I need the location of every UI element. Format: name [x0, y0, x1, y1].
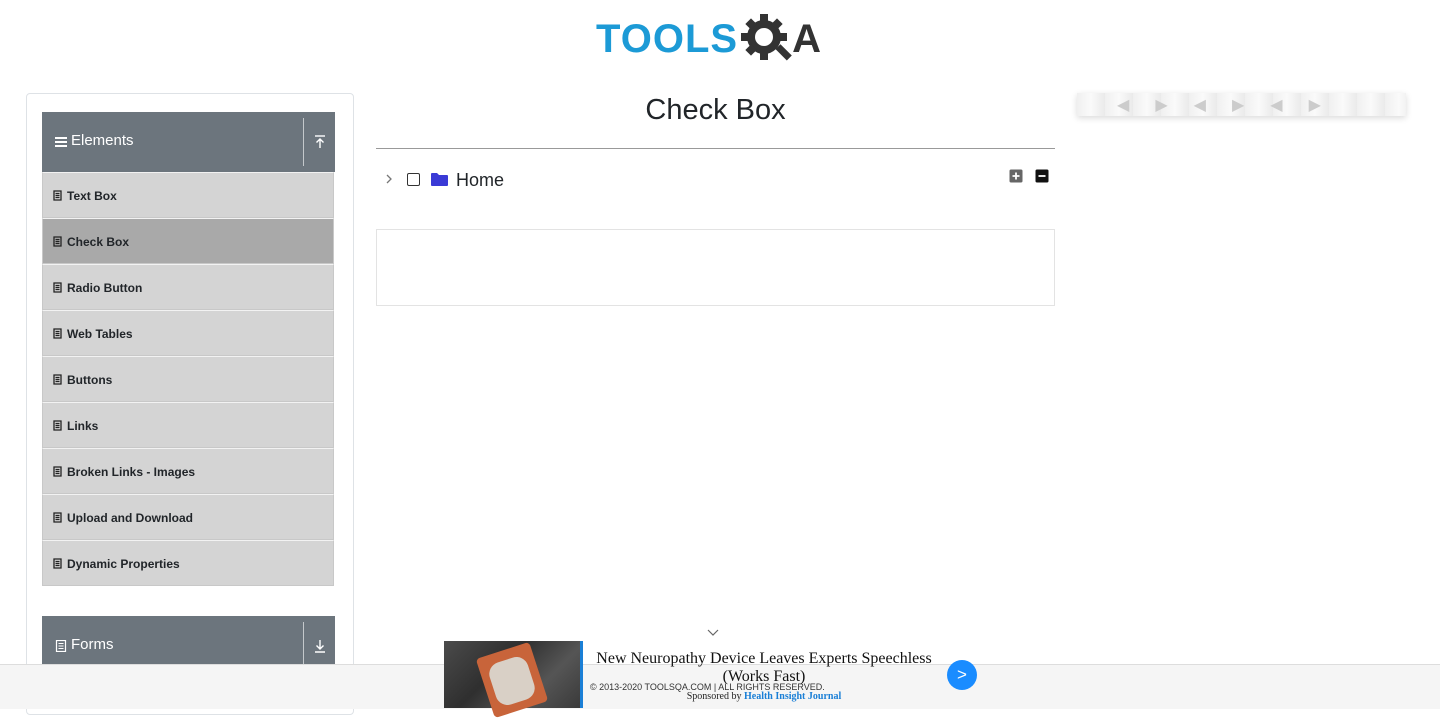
divider: [376, 148, 1055, 149]
sidebar-item-label: Dynamic Properties: [67, 557, 180, 571]
group-label: Elements: [71, 132, 134, 149]
triangle-right-icon: ▶: [1308, 96, 1321, 114]
sidebar-item-text-box[interactable]: Text Box: [42, 172, 334, 218]
triangle-right-icon: ▶: [1231, 96, 1245, 114]
header: TOOLS A: [0, 0, 1440, 72]
sidebar-item-check-box[interactable]: Check Box: [42, 218, 334, 264]
sidebar-item-buttons[interactable]: Buttons: [42, 356, 334, 402]
item-icon: [53, 558, 62, 569]
elements-menu: Text Box Check Box Radio Button Web Tabl…: [42, 172, 335, 586]
sidebar-item-label: Check Box: [67, 235, 130, 249]
sidebar-item-broken-links-images[interactable]: Broken Links - Images: [42, 448, 334, 494]
sidebar-item-label: Buttons: [67, 373, 113, 387]
item-icon: [53, 374, 62, 385]
triangle-left-icon: ◀: [1117, 96, 1130, 114]
sidebar-item-label: Text Box: [67, 189, 117, 203]
sidebar-item-label: Upload and Download: [67, 511, 193, 525]
triangle-left-icon: ◀: [1193, 96, 1206, 114]
logo-suffix: A: [792, 17, 821, 61]
item-icon: [53, 236, 62, 247]
item-icon: [53, 466, 62, 477]
collapse-all-icon[interactable]: [1035, 169, 1049, 183]
folder-icon: [431, 173, 448, 186]
sidebar-item-radio-button[interactable]: Radio Button: [42, 264, 334, 310]
triangle-right-icon: ▶: [1155, 96, 1168, 114]
chevron-down-icon[interactable]: [706, 627, 720, 639]
sidebar-item-upload-and-download[interactable]: Upload and Download: [42, 494, 334, 540]
ad-image[interactable]: [444, 641, 583, 718]
sidebar-item-label: Web Tables: [67, 327, 133, 341]
collapse-up-icon: [314, 135, 325, 148]
sidebar-item-label: Broken Links - Images: [67, 465, 196, 479]
ad-sponsor: Sponsored by Health Insight Journal: [594, 691, 934, 702]
sidebar-item-label: Links: [67, 419, 99, 433]
sponsored-ad[interactable]: New Neuropathy Device Leaves Experts Spe…: [444, 641, 984, 718]
tree-node-label[interactable]: Home: [456, 170, 504, 191]
item-icon: [53, 512, 62, 523]
collapse-button[interactable]: [304, 112, 335, 172]
sidebar-item-dynamic-properties[interactable]: Dynamic Properties: [42, 540, 334, 586]
group-header-elements[interactable]: Elements: [42, 112, 335, 172]
result-panel: [376, 229, 1055, 306]
item-icon: [53, 190, 62, 201]
toolsqa-logo[interactable]: TOOLS A: [596, 10, 821, 68]
sidebar-item-links[interactable]: Links: [42, 402, 334, 448]
page-title: Check Box: [645, 94, 786, 126]
expand-all-icon[interactable]: [1009, 169, 1023, 183]
logo-text: TOOLS: [596, 17, 739, 61]
sidebar-item-web-tables[interactable]: Web Tables: [42, 310, 334, 356]
document-icon: [55, 640, 67, 652]
ad-headline[interactable]: New Neuropathy Device Leaves Experts Spe…: [594, 650, 934, 686]
menu-icon: [55, 137, 67, 147]
gear-icon: [741, 14, 792, 61]
sidebar-item-label: Radio Button: [67, 281, 143, 295]
item-icon: [53, 328, 62, 339]
sponsor-prefix: Sponsored by: [686, 691, 742, 702]
group-label: Forms: [71, 636, 114, 653]
ad-banner-placeholder[interactable]: ◀ ▶ ◀ ▶ ◀ ▶: [1077, 93, 1406, 116]
tree-node-home: Home: [376, 168, 1055, 194]
ad-go-button[interactable]: >: [947, 660, 977, 690]
chevron-right-icon[interactable]: [382, 172, 396, 186]
item-icon: [53, 420, 62, 431]
triangle-left-icon: ◀: [1270, 96, 1283, 114]
expand-down-icon: [314, 640, 325, 653]
sponsor-name[interactable]: Health Insight Journal: [744, 691, 841, 702]
checkbox[interactable]: [407, 173, 420, 186]
item-icon: [53, 282, 62, 293]
sidebar: Elements Text Box Check Box Radio Button…: [26, 93, 354, 715]
